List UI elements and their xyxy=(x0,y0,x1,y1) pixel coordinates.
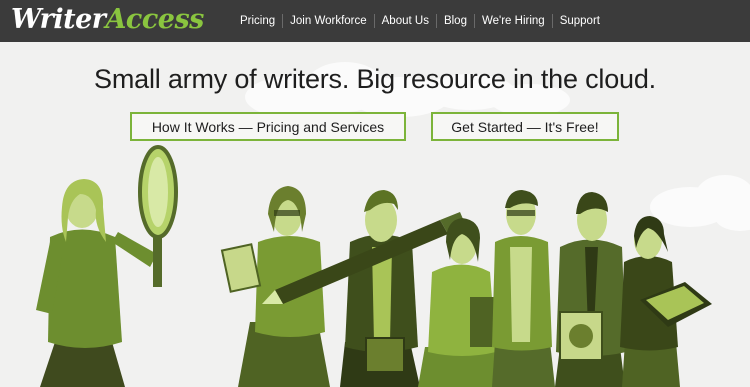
folder-icon xyxy=(365,337,405,373)
nav-link-about-us[interactable]: About Us xyxy=(373,14,436,28)
writers-illustration xyxy=(36,145,712,387)
writer-figure-center xyxy=(418,218,505,387)
writer-figure-tie xyxy=(555,192,626,387)
nav-link-blog[interactable]: Blog xyxy=(435,14,474,28)
nav-link-support[interactable]: Support xyxy=(551,14,607,28)
nav-link-pricing[interactable]: Pricing xyxy=(233,14,282,28)
nav-link-were-hiring[interactable]: We're Hiring xyxy=(473,14,552,28)
writeraccess-logo[interactable]: Writer Access xyxy=(11,4,204,38)
main-nav: Pricing Join Workforce About Us Blog We'… xyxy=(233,0,607,42)
logo-text-writer: Writer xyxy=(11,4,106,35)
writer-figure-magnifier xyxy=(36,179,157,387)
top-navigation-bar: Writer Access Pricing Join Workforce Abou… xyxy=(0,0,750,42)
writer-figure-book xyxy=(620,216,712,387)
logo-text-access: Access xyxy=(105,4,204,35)
tablet-icon xyxy=(220,243,262,293)
nav-link-join-workforce[interactable]: Join Workforce xyxy=(282,14,373,28)
hero-section: Small army of writers. Big resource in t… xyxy=(0,42,750,387)
magnifying-glass-icon xyxy=(138,145,178,287)
writer-figure-pen xyxy=(340,190,420,387)
writer-figure-glasses xyxy=(492,190,555,387)
